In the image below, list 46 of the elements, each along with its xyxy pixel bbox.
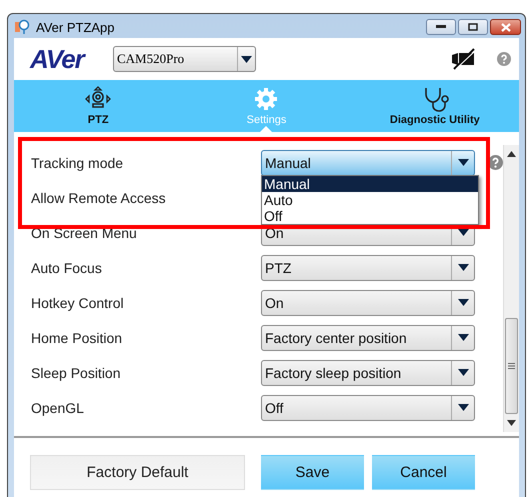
maximize-icon (468, 23, 478, 31)
reset-button[interactable]: Factory Default (30, 454, 245, 490)
setting-dropdown[interactable]: On (261, 290, 475, 316)
window-title: AVer PTZApp (36, 20, 116, 34)
dropdown-option[interactable]: Manual (262, 176, 478, 192)
setting-label: On Screen Menu (31, 224, 138, 240)
app-icon (14, 19, 30, 35)
setting-dropdown[interactable]: Factory sleep position (261, 360, 475, 386)
minimize-icon (436, 25, 446, 29)
tab[interactable]: Diagnostic Utility (350, 80, 519, 132)
setting-label: Hotkey Control (31, 294, 125, 310)
setting-label: Tracking mode (31, 154, 124, 170)
logo: AVer (30, 44, 87, 74)
setting-dropdown[interactable]: PTZ (261, 254, 475, 280)
help-icon[interactable] (497, 52, 511, 66)
setting-label: Sleep Position (31, 364, 122, 380)
maximize-button[interactable] (458, 19, 488, 35)
action-button[interactable]: Cancel (372, 454, 475, 490)
close-button[interactable] (490, 19, 521, 35)
setting-label: OpenGL (31, 400, 85, 416)
tab[interactable]: PTZ (14, 80, 182, 132)
scroll-down-icon[interactable] (507, 420, 516, 426)
setting-dropdown[interactable]: Factory center position (261, 324, 475, 350)
caret-icon (458, 404, 468, 411)
caret-icon (458, 369, 468, 376)
muted-camera-icon[interactable] (450, 48, 476, 70)
setting-dropdown[interactable]: Manual (261, 150, 475, 176)
close-icon (500, 22, 510, 32)
caret-icon (458, 229, 468, 236)
scroll-thumb[interactable] (505, 318, 518, 414)
caret-icon (458, 334, 468, 341)
caret-icon (458, 159, 468, 166)
dropdown-option[interactable]: Auto (262, 192, 478, 208)
setting-label: Allow Remote Access (31, 190, 167, 206)
caret-icon (458, 299, 468, 306)
action-button[interactable]: Save (261, 454, 364, 490)
setting-label: Auto Focus (31, 260, 103, 276)
camera-dropdown[interactable]: CAM520Pro (113, 46, 256, 72)
setting-label: Home Position (31, 330, 124, 346)
help-icon[interactable] (488, 155, 503, 170)
scroll-up-icon[interactable] (507, 151, 516, 157)
caret-icon (458, 264, 468, 271)
caret-icon (241, 56, 252, 62)
minimize-button[interactable] (426, 19, 456, 35)
scrollbar[interactable] (503, 145, 519, 432)
setting-dropdown[interactable]: Off (261, 394, 475, 420)
